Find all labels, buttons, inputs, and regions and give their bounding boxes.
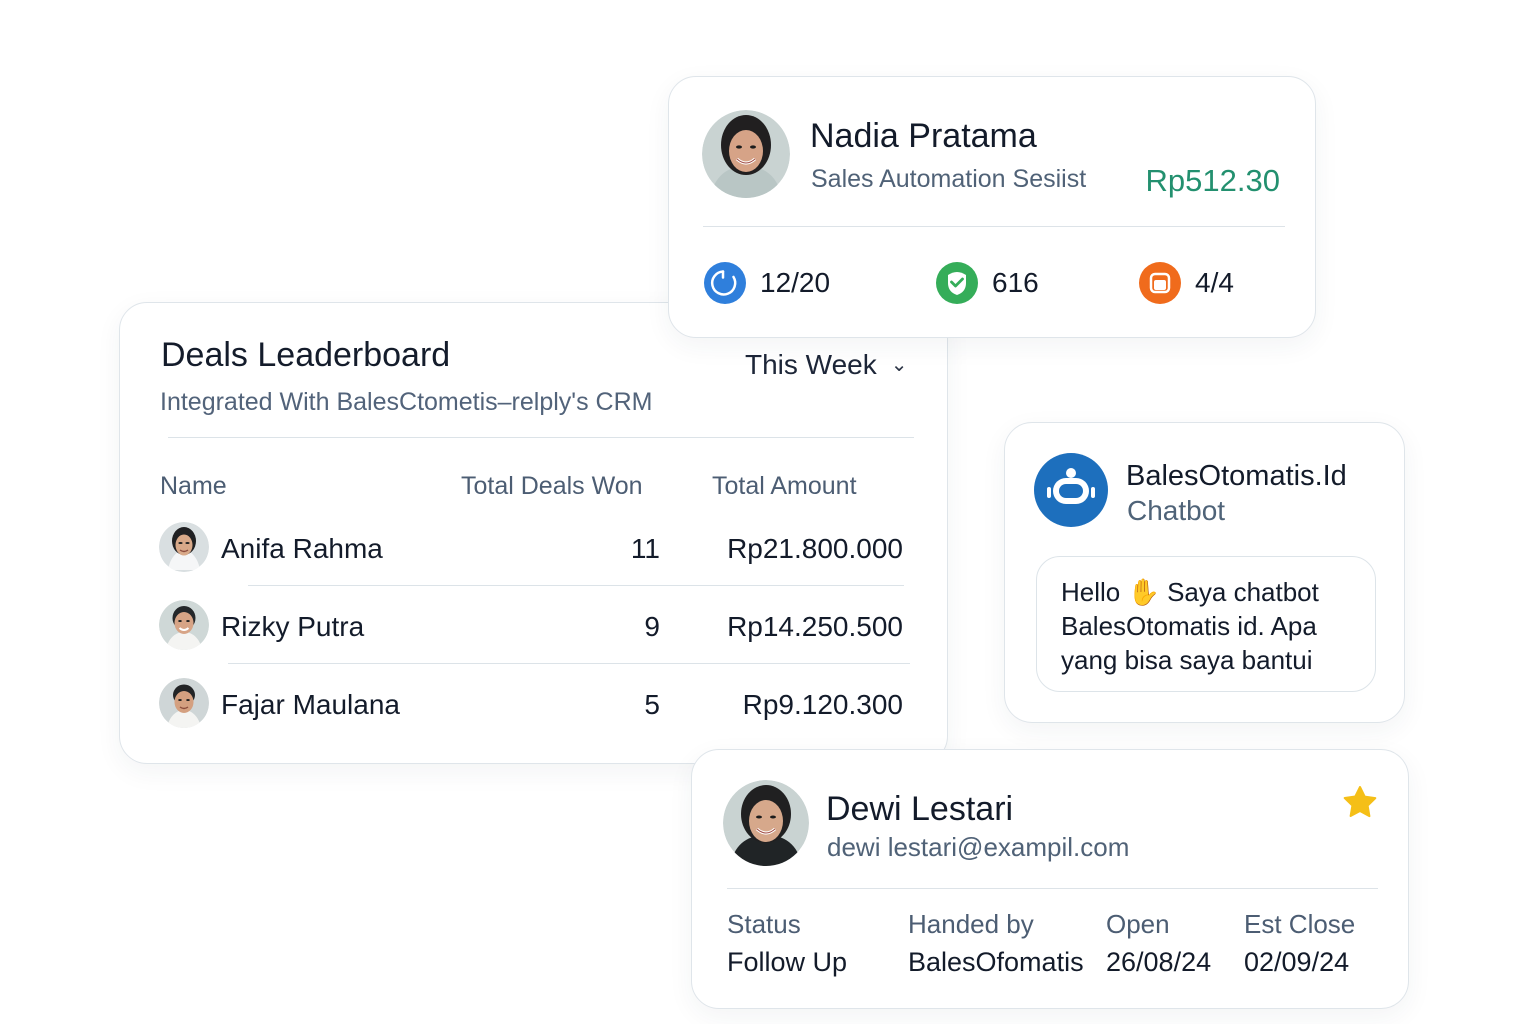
chatbot-card: BalesOtomatis.Id Chatbot Hello ✋ Saya ch… [1004,422,1405,723]
leader-name: Fajar Maulana [221,689,400,720]
table-row[interactable]: Fajar Maulana 5 Rp9.120.300 [120,673,949,733]
leaderboard-divider [168,437,914,438]
profile-name: Nadia Pratama [810,117,1037,155]
period-label: This Week [745,349,877,380]
profile-divider [703,226,1285,227]
contact-card: Dewi Lestari dewi lestari@exampil.com St… [691,749,1409,1009]
row-divider [228,663,910,664]
row-divider [248,585,904,586]
star-icon[interactable] [1343,786,1377,819]
chevron-down-icon: ⌄ [890,353,908,376]
deals-leaderboard-card: Deals Leaderboard Integrated With BalesC… [119,302,948,764]
stat-deals-progress: 12/20 [704,262,830,304]
contact-name: Dewi Lestari [826,790,1014,828]
chat-message: Hello ✋ Saya chatbot BalesOtomatis id. A… [1061,575,1361,677]
field-label-est-close: Est Close [1244,909,1356,939]
stat-tasks: 4/4 [1139,262,1234,304]
chat-message-greeting: Hello [1061,577,1121,607]
progress-ring-icon [704,262,746,304]
avatar [159,600,209,650]
stat-value: 616 [992,267,1039,298]
column-header-amount: Total Amount [712,472,857,500]
deal-amount: Rp9.120.300 [742,689,903,720]
field-value-est-close: 02/09/24 [1244,947,1350,977]
field-label-handed-by: Handed by [908,909,1034,939]
deal-amount: Rp21.800.000 [727,533,903,564]
chatbot-subtitle: Chatbot [1127,495,1226,526]
shield-check-icon [936,262,978,304]
column-header-name: Name [160,472,227,500]
period-dropdown[interactable]: This Week ⌄ [745,349,908,381]
table-row[interactable]: Rizky Putra 9 Rp14.250.500 [120,595,949,655]
leaderboard-title: Deals Leaderboard [161,336,451,374]
leader-name: Rizky Putra [221,611,365,642]
robot-icon [1034,453,1108,527]
field-value-status: Follow Up [727,947,848,977]
avatar [702,110,790,198]
contact-divider [727,888,1378,889]
avatar [159,678,209,728]
contact-email: dewi lestari@exampil.com [827,832,1130,862]
box-icon [1139,262,1181,304]
deals-won: 5 [644,689,660,720]
stat-value: 4/4 [1195,267,1234,298]
leader-name: Anifa Rahma [221,533,383,564]
field-value-open: 26/08/24 [1106,947,1212,977]
profile-card: Nadia Pratama Sales Automation Sesiist R… [668,76,1316,338]
chatbot-name: BalesOtomatis.Id [1126,460,1347,492]
deals-won: 9 [644,611,660,642]
waving-hand-icon: ✋ [1127,577,1160,607]
stat-value: 12/20 [760,267,831,298]
deal-amount: Rp14.250.500 [727,611,903,642]
field-label-status: Status [727,909,801,939]
stat-score: 616 [936,262,1039,304]
column-header-deals: Total Deals Won [461,472,643,500]
chat-message-bubble: Hello ✋ Saya chatbot BalesOtomatis id. A… [1036,556,1376,692]
avatar [723,780,809,866]
deals-won: 11 [630,533,660,564]
field-label-open: Open [1106,909,1170,939]
field-value-handed-by: BalesOfomatis [908,947,1084,977]
profile-role: Sales Automation Sesiist [811,165,1087,193]
profile-amount: Rp512.30 [1145,163,1280,198]
table-row[interactable]: Anifa Rahma 11 Rp21.800.000 [120,517,949,577]
avatar [159,522,209,572]
leaderboard-subtitle: Integrated With BalesCtometis–relply's C… [160,388,653,416]
